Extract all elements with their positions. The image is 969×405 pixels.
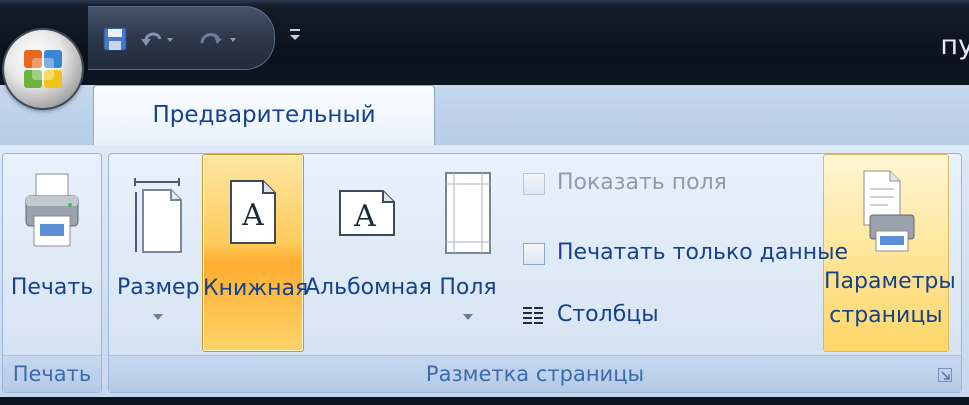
margins-button[interactable]: Поля: [431, 154, 505, 350]
customize-toolbar-icon[interactable]: [286, 24, 304, 46]
group-print-label: Печать: [3, 355, 101, 392]
portrait-button-label: Книжная: [203, 276, 309, 301]
svg-text:A: A: [241, 198, 264, 233]
title-bar: пу: [0, 0, 969, 85]
office-button[interactable]: [4, 30, 82, 108]
undo-icon[interactable]: [136, 25, 180, 53]
printer-icon: [22, 172, 82, 254]
print-button[interactable]: Печать: [6, 154, 98, 350]
checkbox-box: [523, 173, 545, 195]
group-page-layout-label: Разметка страницы: [109, 355, 961, 392]
page-setup-icon: [858, 169, 916, 259]
landscape-button[interactable]: A Альбомная: [305, 154, 432, 350]
margins-button-label: Поля: [439, 275, 497, 300]
show-margins-label: Показать поля: [557, 170, 727, 195]
quick-access-toolbar: [88, 6, 275, 70]
redo-icon[interactable]: [194, 25, 244, 53]
page-setup-label-line2: страницы: [829, 303, 943, 328]
columns-button[interactable]: Столбцы: [520, 299, 820, 333]
columns-label: Столбцы: [557, 302, 659, 327]
portrait-icon: A: [227, 177, 279, 251]
portrait-button[interactable]: A Книжная: [202, 154, 309, 352]
size-button-label: Размер: [117, 275, 200, 300]
page-size-icon: [131, 176, 187, 260]
landscape-icon: A: [337, 188, 397, 242]
columns-icon: [522, 305, 544, 329]
svg-text:A: A: [353, 199, 376, 234]
save-icon[interactable]: [102, 25, 128, 53]
size-button[interactable]: Размер: [117, 154, 200, 350]
ribbon: Печать Печать Размер A Книжная A Альбомн…: [0, 145, 969, 397]
landscape-button-label: Альбомная: [305, 275, 432, 300]
print-data-only-checkbox[interactable]: Печатать только данные: [520, 237, 848, 271]
ribbon-tab-strip: Предварительный просмотр: [0, 85, 969, 186]
group-print: Печать Печать: [2, 153, 102, 393]
margins-icon: [443, 170, 493, 260]
window-title: пу: [940, 30, 969, 61]
checkbox-box: [523, 243, 545, 265]
chevron-down-icon: [153, 314, 163, 320]
dialog-launcher-icon[interactable]: [937, 367, 953, 383]
print-data-only-label: Печатать только данные: [557, 240, 849, 265]
tab-print-preview[interactable]: Предварительный просмотр: [93, 85, 435, 186]
office-logo-icon: [23, 49, 63, 89]
show-margins-checkbox[interactable]: Показать поля: [520, 167, 820, 201]
print-button-label: Печать: [10, 275, 94, 300]
chevron-down-icon: [463, 314, 473, 320]
page-setup-label-line1: Параметры: [824, 269, 956, 294]
